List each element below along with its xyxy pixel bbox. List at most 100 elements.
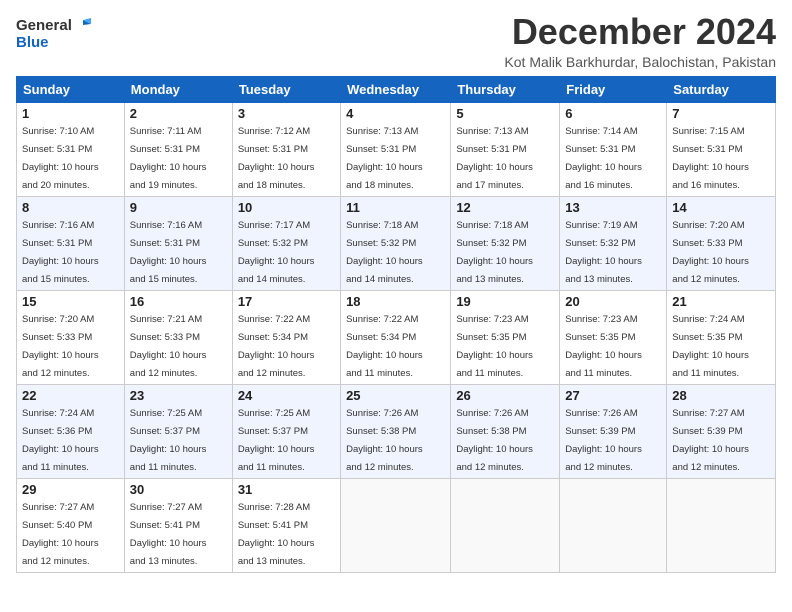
day-number: 8	[22, 200, 119, 215]
logo-general: General	[16, 17, 72, 34]
day-info: Sunrise: 7:27 AMSunset: 5:41 PMDaylight:…	[130, 502, 207, 567]
logo-blue: Blue	[16, 34, 49, 51]
calendar-cell: 4 Sunrise: 7:13 AMSunset: 5:31 PMDayligh…	[341, 102, 451, 196]
day-number: 30	[130, 482, 227, 497]
day-info: Sunrise: 7:17 AMSunset: 5:32 PMDaylight:…	[238, 220, 315, 285]
calendar-cell: 5 Sunrise: 7:13 AMSunset: 5:31 PMDayligh…	[451, 102, 560, 196]
day-info: Sunrise: 7:13 AMSunset: 5:31 PMDaylight:…	[456, 126, 533, 191]
calendar-cell: 14 Sunrise: 7:20 AMSunset: 5:33 PMDaylig…	[667, 196, 776, 290]
day-number: 1	[22, 106, 119, 121]
calendar-cell	[341, 478, 451, 572]
month-title: December 2024	[504, 12, 776, 52]
day-number: 10	[238, 200, 335, 215]
calendar-cell: 13 Sunrise: 7:19 AMSunset: 5:32 PMDaylig…	[560, 196, 667, 290]
calendar-cell: 28 Sunrise: 7:27 AMSunset: 5:39 PMDaylig…	[667, 384, 776, 478]
day-info: Sunrise: 7:16 AMSunset: 5:31 PMDaylight:…	[130, 220, 207, 285]
day-info: Sunrise: 7:11 AMSunset: 5:31 PMDaylight:…	[130, 126, 207, 191]
calendar-cell: 29 Sunrise: 7:27 AMSunset: 5:40 PMDaylig…	[17, 478, 125, 572]
day-number: 5	[456, 106, 554, 121]
day-number: 25	[346, 388, 445, 403]
calendar-cell: 31 Sunrise: 7:28 AMSunset: 5:41 PMDaylig…	[232, 478, 340, 572]
calendar-cell: 21 Sunrise: 7:24 AMSunset: 5:35 PMDaylig…	[667, 290, 776, 384]
calendar-cell: 20 Sunrise: 7:23 AMSunset: 5:35 PMDaylig…	[560, 290, 667, 384]
day-number: 2	[130, 106, 227, 121]
day-number: 23	[130, 388, 227, 403]
calendar-cell: 25 Sunrise: 7:26 AMSunset: 5:38 PMDaylig…	[341, 384, 451, 478]
logo: General Blue	[16, 16, 91, 51]
day-info: Sunrise: 7:23 AMSunset: 5:35 PMDaylight:…	[565, 314, 642, 379]
day-number: 4	[346, 106, 445, 121]
header-monday: Monday	[124, 76, 232, 102]
day-number: 22	[22, 388, 119, 403]
day-number: 17	[238, 294, 335, 309]
day-number: 27	[565, 388, 661, 403]
day-info: Sunrise: 7:25 AMSunset: 5:37 PMDaylight:…	[130, 408, 207, 473]
calendar-cell: 11 Sunrise: 7:18 AMSunset: 5:32 PMDaylig…	[341, 196, 451, 290]
day-info: Sunrise: 7:20 AMSunset: 5:33 PMDaylight:…	[22, 314, 99, 379]
day-info: Sunrise: 7:12 AMSunset: 5:31 PMDaylight:…	[238, 126, 315, 191]
day-info: Sunrise: 7:19 AMSunset: 5:32 PMDaylight:…	[565, 220, 642, 285]
header-tuesday: Tuesday	[232, 76, 340, 102]
header-saturday: Saturday	[667, 76, 776, 102]
calendar-cell: 1 Sunrise: 7:10 AMSunset: 5:31 PMDayligh…	[17, 102, 125, 196]
day-info: Sunrise: 7:28 AMSunset: 5:41 PMDaylight:…	[238, 502, 315, 567]
day-number: 20	[565, 294, 661, 309]
calendar-cell	[667, 478, 776, 572]
calendar-table: SundayMondayTuesdayWednesdayThursdayFrid…	[16, 76, 776, 573]
calendar-cell: 15 Sunrise: 7:20 AMSunset: 5:33 PMDaylig…	[17, 290, 125, 384]
calendar-cell: 17 Sunrise: 7:22 AMSunset: 5:34 PMDaylig…	[232, 290, 340, 384]
day-info: Sunrise: 7:15 AMSunset: 5:31 PMDaylight:…	[672, 126, 749, 191]
day-number: 31	[238, 482, 335, 497]
calendar-cell: 23 Sunrise: 7:25 AMSunset: 5:37 PMDaylig…	[124, 384, 232, 478]
calendar-cell	[451, 478, 560, 572]
day-number: 11	[346, 200, 445, 215]
calendar-cell: 12 Sunrise: 7:18 AMSunset: 5:32 PMDaylig…	[451, 196, 560, 290]
day-info: Sunrise: 7:22 AMSunset: 5:34 PMDaylight:…	[346, 314, 423, 379]
title-section: December 2024 Kot Malik Barkhurdar, Balo…	[504, 12, 776, 70]
calendar-cell: 19 Sunrise: 7:23 AMSunset: 5:35 PMDaylig…	[451, 290, 560, 384]
day-info: Sunrise: 7:16 AMSunset: 5:31 PMDaylight:…	[22, 220, 99, 285]
calendar-cell: 7 Sunrise: 7:15 AMSunset: 5:31 PMDayligh…	[667, 102, 776, 196]
calendar-cell	[560, 478, 667, 572]
logo-bird-icon	[73, 16, 91, 34]
calendar-cell: 10 Sunrise: 7:17 AMSunset: 5:32 PMDaylig…	[232, 196, 340, 290]
day-info: Sunrise: 7:25 AMSunset: 5:37 PMDaylight:…	[238, 408, 315, 473]
day-info: Sunrise: 7:24 AMSunset: 5:36 PMDaylight:…	[22, 408, 99, 473]
day-number: 21	[672, 294, 770, 309]
day-info: Sunrise: 7:10 AMSunset: 5:31 PMDaylight:…	[22, 126, 99, 191]
day-info: Sunrise: 7:13 AMSunset: 5:31 PMDaylight:…	[346, 126, 423, 191]
day-number: 29	[22, 482, 119, 497]
day-number: 14	[672, 200, 770, 215]
day-info: Sunrise: 7:26 AMSunset: 5:38 PMDaylight:…	[456, 408, 533, 473]
calendar-cell: 16 Sunrise: 7:21 AMSunset: 5:33 PMDaylig…	[124, 290, 232, 384]
day-number: 18	[346, 294, 445, 309]
header-friday: Friday	[560, 76, 667, 102]
calendar-cell: 22 Sunrise: 7:24 AMSunset: 5:36 PMDaylig…	[17, 384, 125, 478]
calendar-cell: 18 Sunrise: 7:22 AMSunset: 5:34 PMDaylig…	[341, 290, 451, 384]
header-sunday: Sunday	[17, 76, 125, 102]
day-number: 15	[22, 294, 119, 309]
week-row-4: 22 Sunrise: 7:24 AMSunset: 5:36 PMDaylig…	[17, 384, 776, 478]
header-wednesday: Wednesday	[341, 76, 451, 102]
calendar-cell: 26 Sunrise: 7:26 AMSunset: 5:38 PMDaylig…	[451, 384, 560, 478]
week-row-1: 1 Sunrise: 7:10 AMSunset: 5:31 PMDayligh…	[17, 102, 776, 196]
day-number: 19	[456, 294, 554, 309]
calendar-cell: 3 Sunrise: 7:12 AMSunset: 5:31 PMDayligh…	[232, 102, 340, 196]
day-number: 16	[130, 294, 227, 309]
calendar-cell: 27 Sunrise: 7:26 AMSunset: 5:39 PMDaylig…	[560, 384, 667, 478]
day-info: Sunrise: 7:20 AMSunset: 5:33 PMDaylight:…	[672, 220, 749, 285]
day-number: 28	[672, 388, 770, 403]
day-info: Sunrise: 7:26 AMSunset: 5:39 PMDaylight:…	[565, 408, 642, 473]
header-thursday: Thursday	[451, 76, 560, 102]
calendar-cell: 24 Sunrise: 7:25 AMSunset: 5:37 PMDaylig…	[232, 384, 340, 478]
day-info: Sunrise: 7:23 AMSunset: 5:35 PMDaylight:…	[456, 314, 533, 379]
subtitle: Kot Malik Barkhurdar, Balochistan, Pakis…	[504, 54, 776, 70]
calendar-cell: 2 Sunrise: 7:11 AMSunset: 5:31 PMDayligh…	[124, 102, 232, 196]
calendar-cell: 6 Sunrise: 7:14 AMSunset: 5:31 PMDayligh…	[560, 102, 667, 196]
day-info: Sunrise: 7:26 AMSunset: 5:38 PMDaylight:…	[346, 408, 423, 473]
day-number: 13	[565, 200, 661, 215]
day-info: Sunrise: 7:24 AMSunset: 5:35 PMDaylight:…	[672, 314, 749, 379]
week-row-5: 29 Sunrise: 7:27 AMSunset: 5:40 PMDaylig…	[17, 478, 776, 572]
day-info: Sunrise: 7:27 AMSunset: 5:40 PMDaylight:…	[22, 502, 99, 567]
day-number: 12	[456, 200, 554, 215]
